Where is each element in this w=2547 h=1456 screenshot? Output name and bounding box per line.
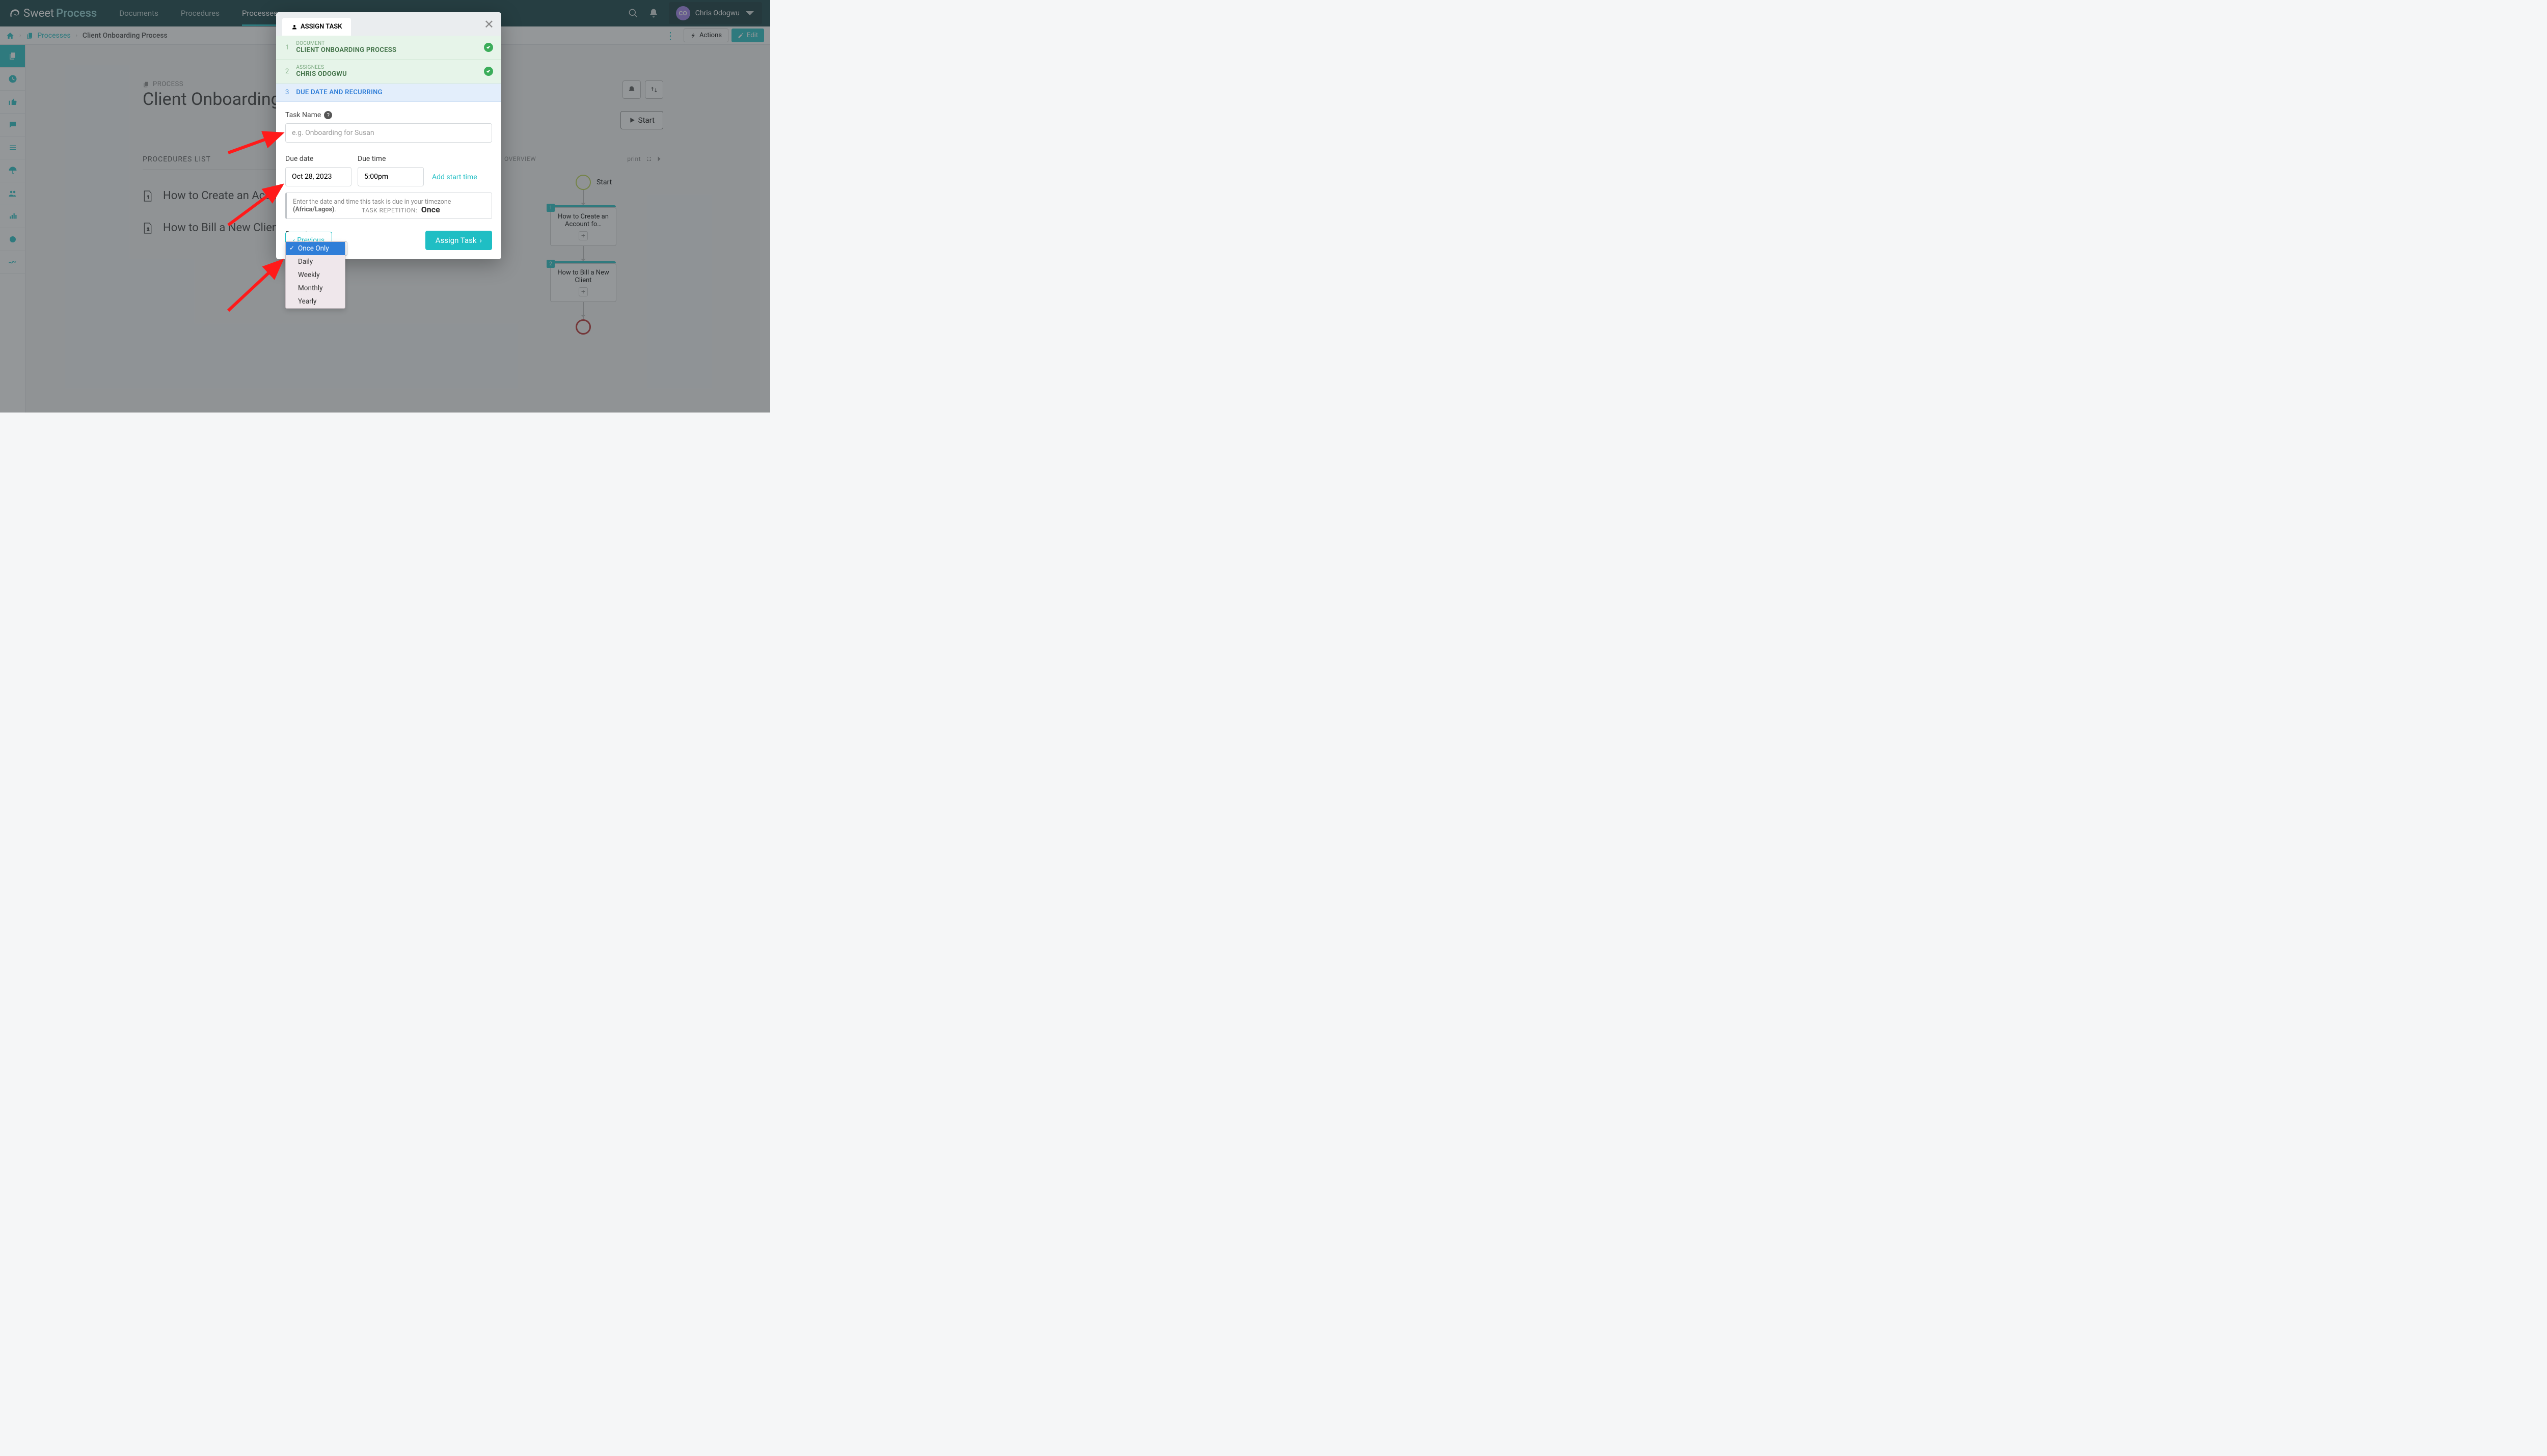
step-1-num: 1 [285, 44, 289, 51]
assign-label: Assign Task [436, 236, 477, 245]
check-icon [484, 43, 493, 52]
task-repetition-display: TASK REPETITION: Once [362, 205, 492, 214]
step-1-value: CLIENT ONBOARDING PROCESS [296, 46, 396, 54]
due-date-label: Due date [285, 155, 351, 163]
modal-tab-label: ASSIGN TASK [301, 23, 342, 31]
user-icon [291, 24, 297, 30]
step-3-value: DUE DATE AND RECURRING [296, 89, 382, 96]
task-rep-value: Once [421, 205, 440, 214]
assign-task-modal: ASSIGN TASK ✕ 1 DOCUMENT CLIENT ONBOARDI… [276, 12, 501, 259]
task-name-label: Task Name ? [285, 111, 492, 119]
hint-tz: (Africa/Lagos) [293, 206, 334, 213]
repeat-option-daily[interactable]: Daily [286, 255, 345, 268]
modal-tabbar: ASSIGN TASK ✕ [276, 12, 501, 36]
add-start-time-link[interactable]: Add start time [432, 173, 477, 186]
step-2-num: 2 [285, 68, 289, 75]
task-rep-label: TASK REPETITION: [362, 207, 417, 214]
repeat-option-once[interactable]: Once Only [286, 242, 345, 255]
step-due-date[interactable]: 3 DUE DATE AND RECURRING [276, 84, 501, 102]
task-name-label-text: Task Name [285, 111, 321, 119]
due-time-label: Due time [358, 155, 424, 163]
step-3-num: 3 [285, 89, 289, 96]
repeat-option-yearly[interactable]: Yearly [286, 295, 345, 308]
help-icon[interactable]: ? [324, 111, 332, 119]
repeat-select-wrap: Once Only Once Only Daily Weekly Monthly… [285, 241, 347, 256]
due-time-input[interactable] [358, 167, 424, 186]
step-assignees[interactable]: 2 ASSIGNEES CHRIS ODOGWU [276, 60, 501, 84]
due-date-input[interactable] [285, 167, 351, 186]
assign-task-button[interactable]: Assign Task › [425, 231, 492, 250]
step-1-label: DOCUMENT [296, 41, 396, 46]
modal-body: Task Name ? Due date Due time Add start … [276, 102, 501, 224]
step-2-value: CHRIS ODOGWU [296, 70, 347, 78]
repeat-option-monthly[interactable]: Monthly [286, 282, 345, 295]
chevron-right-icon: › [479, 236, 482, 245]
modal-tab-assign[interactable]: ASSIGN TASK [282, 18, 351, 36]
check-icon [484, 67, 493, 76]
step-document[interactable]: 1 DOCUMENT CLIENT ONBOARDING PROCESS [276, 36, 501, 60]
task-name-input[interactable] [285, 123, 492, 143]
repeat-dropdown: Once Only Daily Weekly Monthly Yearly [285, 241, 345, 309]
modal-close-button[interactable]: ✕ [484, 17, 494, 32]
step-2-label: ASSIGNEES [296, 65, 347, 70]
repeat-option-weekly[interactable]: Weekly [286, 268, 345, 282]
